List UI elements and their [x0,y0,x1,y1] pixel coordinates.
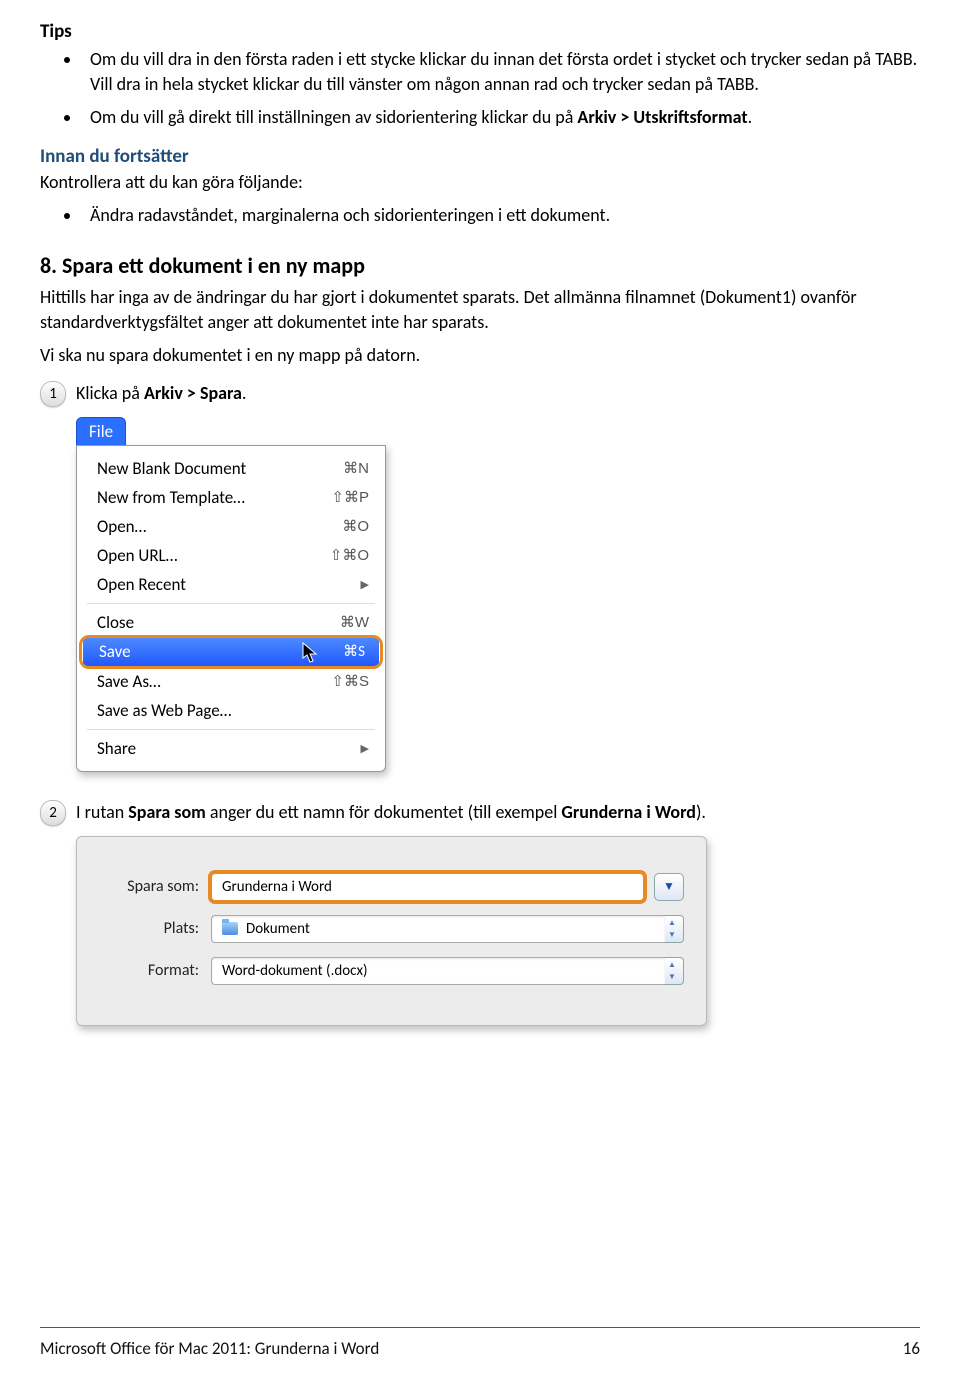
before-continue-text: Kontrollera att du kan göra följande: [40,170,920,195]
menu-item-new-blank-document[interactable]: New Blank Document ⌘N [77,454,385,483]
save-as-label: Spara som: [99,877,199,896]
menu-item-shortcut: ⌘S [343,642,365,661]
menu-item-shortcut: ⌘O [342,517,369,535]
menu-item-label: New from Template… [97,487,245,508]
menu-item-open[interactable]: Open… ⌘O [77,512,385,541]
format-row: Format: Word-dokument (.docx) [99,957,684,985]
menu-item-save-as[interactable]: Save As… ⇧⌘S [77,667,385,696]
format-label: Format: [99,961,199,980]
menu-item-label: Close [97,612,134,633]
step-number: 2 [40,800,66,826]
section-paragraph: Hittills har inga av de ändringar du har… [40,285,920,335]
tip-text-post: . [748,106,753,128]
file-menu-tab[interactable]: File [76,417,126,445]
step-number: 1 [40,381,66,407]
menu-item-label: Save as Web Page… [97,700,231,721]
tip-item: Om du vill dra in den första raden i ett… [82,47,920,97]
menu-item-shortcut: ⌘N [343,459,369,477]
menu-item-label: Open URL… [97,545,177,566]
tip-item: Om du vill gå direkt till inställningen … [82,105,920,130]
save-as-input[interactable]: Grunderna i Word [211,873,644,901]
step-text-mid: anger du ett namn för dokumentet (till e… [206,801,562,823]
step-text-pre: I rutan [76,801,128,823]
format-select[interactable]: Word-dokument (.docx) [211,957,666,985]
format-value: Word-dokument (.docx) [222,962,368,980]
location-label: Plats: [99,919,199,938]
menu-item-label: New Blank Document [97,458,246,479]
chevron-down-icon: ▼ [663,879,675,894]
before-continue-heading: Innan du fortsätter [40,145,920,168]
menu-item-new-from-template[interactable]: New from Template… ⇧⌘P [77,483,385,512]
step-text-bold: Grunderna i Word [561,801,696,823]
section-paragraph: Vi ska nu spara dokumentet i en ny mapp … [40,343,920,368]
expand-button[interactable]: ▼ [654,873,684,901]
step-text-pre: Klicka på [76,382,144,404]
step-text: I rutan Spara som anger du ett namn för … [76,800,706,825]
menu-item-shortcut: ⌘W [340,613,369,631]
menu-item-label: Open Recent [97,574,186,595]
step-text-post: . [242,382,247,404]
tip-text-pre: Om du vill gå direkt till inställningen … [90,106,577,128]
location-value: Dokument [246,920,310,938]
menu-item-shortcut: ⇧⌘P [331,488,369,506]
menu-item-shortcut: ⇧⌘O [330,546,369,564]
menu-item-label: Save [99,641,131,662]
menu-separator [87,603,375,604]
menu-item-open-recent[interactable]: Open Recent [77,570,385,599]
folder-icon [222,922,238,935]
menu-item-shortcut: ⇧⌘S [331,672,369,690]
page-footer: Microsoft Office för Mac 2011: Grunderna… [40,1327,920,1359]
location-select[interactable]: Dokument [211,915,666,943]
menu-item-save-highlight: Save ⌘S [83,637,379,667]
step-text-bold: Arkiv > Spara [144,382,242,404]
step-text-post: ). [696,801,706,823]
save-as-value: Grunderna i Word [222,878,332,896]
before-continue-item: Ändra radavståndet, marginalerna och sid… [82,203,920,228]
tip-text: Om du vill dra in den första raden i ett… [90,48,917,95]
step-row: 2 I rutan Spara som anger du ett namn fö… [40,800,920,826]
menu-item-label: Save As… [97,671,161,692]
location-row: Plats: Dokument [99,915,684,943]
menu-separator [87,729,375,730]
footer-title: Microsoft Office för Mac 2011: Grunderna… [40,1338,379,1359]
cursor-icon [301,642,319,664]
menu-item-save-as-web-page[interactable]: Save as Web Page… [77,696,385,725]
tip-text-bold: Arkiv > Utskriftsformat [577,106,747,128]
menu-item-open-url[interactable]: Open URL… ⇧⌘O [77,541,385,570]
save-dialog-figure: Spara som: Grunderna i Word ▼ Plats: Dok… [76,836,707,1026]
step-text-bold: Spara som [128,801,206,823]
file-menu-figure: File New Blank Document ⌘N New from Templ… [76,417,386,772]
file-menu-dropdown: New Blank Document ⌘N New from Template… ⇧… [76,445,386,772]
before-continue-list: Ändra radavståndet, marginalerna och sid… [82,203,920,228]
menu-item-share[interactable]: Share [77,734,385,763]
save-as-row: Spara som: Grunderna i Word ▼ [99,873,684,901]
footer-page-number: 16 [903,1338,920,1359]
menu-item-label: Open… [97,516,146,537]
step-text: Klicka på Arkiv > Spara. [76,381,246,406]
menu-item-close[interactable]: Close ⌘W [77,608,385,637]
step-row: 1 Klicka på Arkiv > Spara. [40,381,920,407]
menu-item-label: Share [97,738,136,759]
location-stepper[interactable] [665,915,684,943]
menu-item-save[interactable]: Save ⌘S [83,637,379,667]
section-heading: 8. Spara ett dokument i en ny mapp [40,252,920,279]
tips-list: Om du vill dra in den första raden i ett… [82,47,920,131]
format-stepper[interactable] [665,957,684,985]
tips-heading: Tips [40,20,920,43]
